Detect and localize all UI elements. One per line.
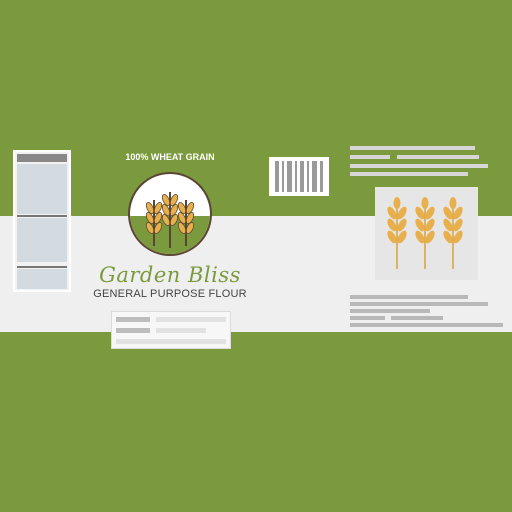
text-line-placeholder <box>350 302 488 306</box>
nutrition-divider <box>17 266 67 268</box>
text-line-placeholder <box>350 309 430 313</box>
text-line-placeholder <box>350 172 468 176</box>
nutrition-block-bottom <box>17 269 67 289</box>
nutrition-divider <box>17 215 67 217</box>
table-cell-placeholder <box>116 317 150 322</box>
nutrition-header-bar <box>17 154 67 162</box>
nutrition-facts-panel <box>13 150 71 292</box>
table-cell-placeholder <box>116 328 150 333</box>
wheat-stalks-icon <box>375 187 478 280</box>
nutrition-block-middle <box>17 218 67 262</box>
brand-name: Garden Bliss <box>99 263 241 287</box>
text-line-placeholder <box>350 146 475 150</box>
text-line-placeholder <box>350 295 468 299</box>
text-line-placeholder <box>350 323 503 327</box>
top-green-panel <box>0 0 512 216</box>
text-line-placeholder <box>350 316 385 320</box>
bottom-green-panel <box>0 332 512 512</box>
product-name: GENERAL PURPOSE FLOUR <box>93 288 247 300</box>
text-line-placeholder <box>391 316 443 320</box>
tagline-text: 100% WHEAT GRAIN <box>125 152 215 162</box>
text-line-placeholder <box>397 155 479 159</box>
nutrition-block-top <box>17 164 67 214</box>
text-line-placeholder <box>350 164 488 168</box>
table-cell-placeholder <box>116 339 226 344</box>
table-cell-placeholder <box>156 317 226 322</box>
wheat-emblem-icon <box>128 172 212 256</box>
table-cell-placeholder <box>156 328 206 333</box>
text-line-placeholder <box>350 155 390 159</box>
product-info-table <box>111 311 231 349</box>
barcode-icon <box>269 157 329 196</box>
